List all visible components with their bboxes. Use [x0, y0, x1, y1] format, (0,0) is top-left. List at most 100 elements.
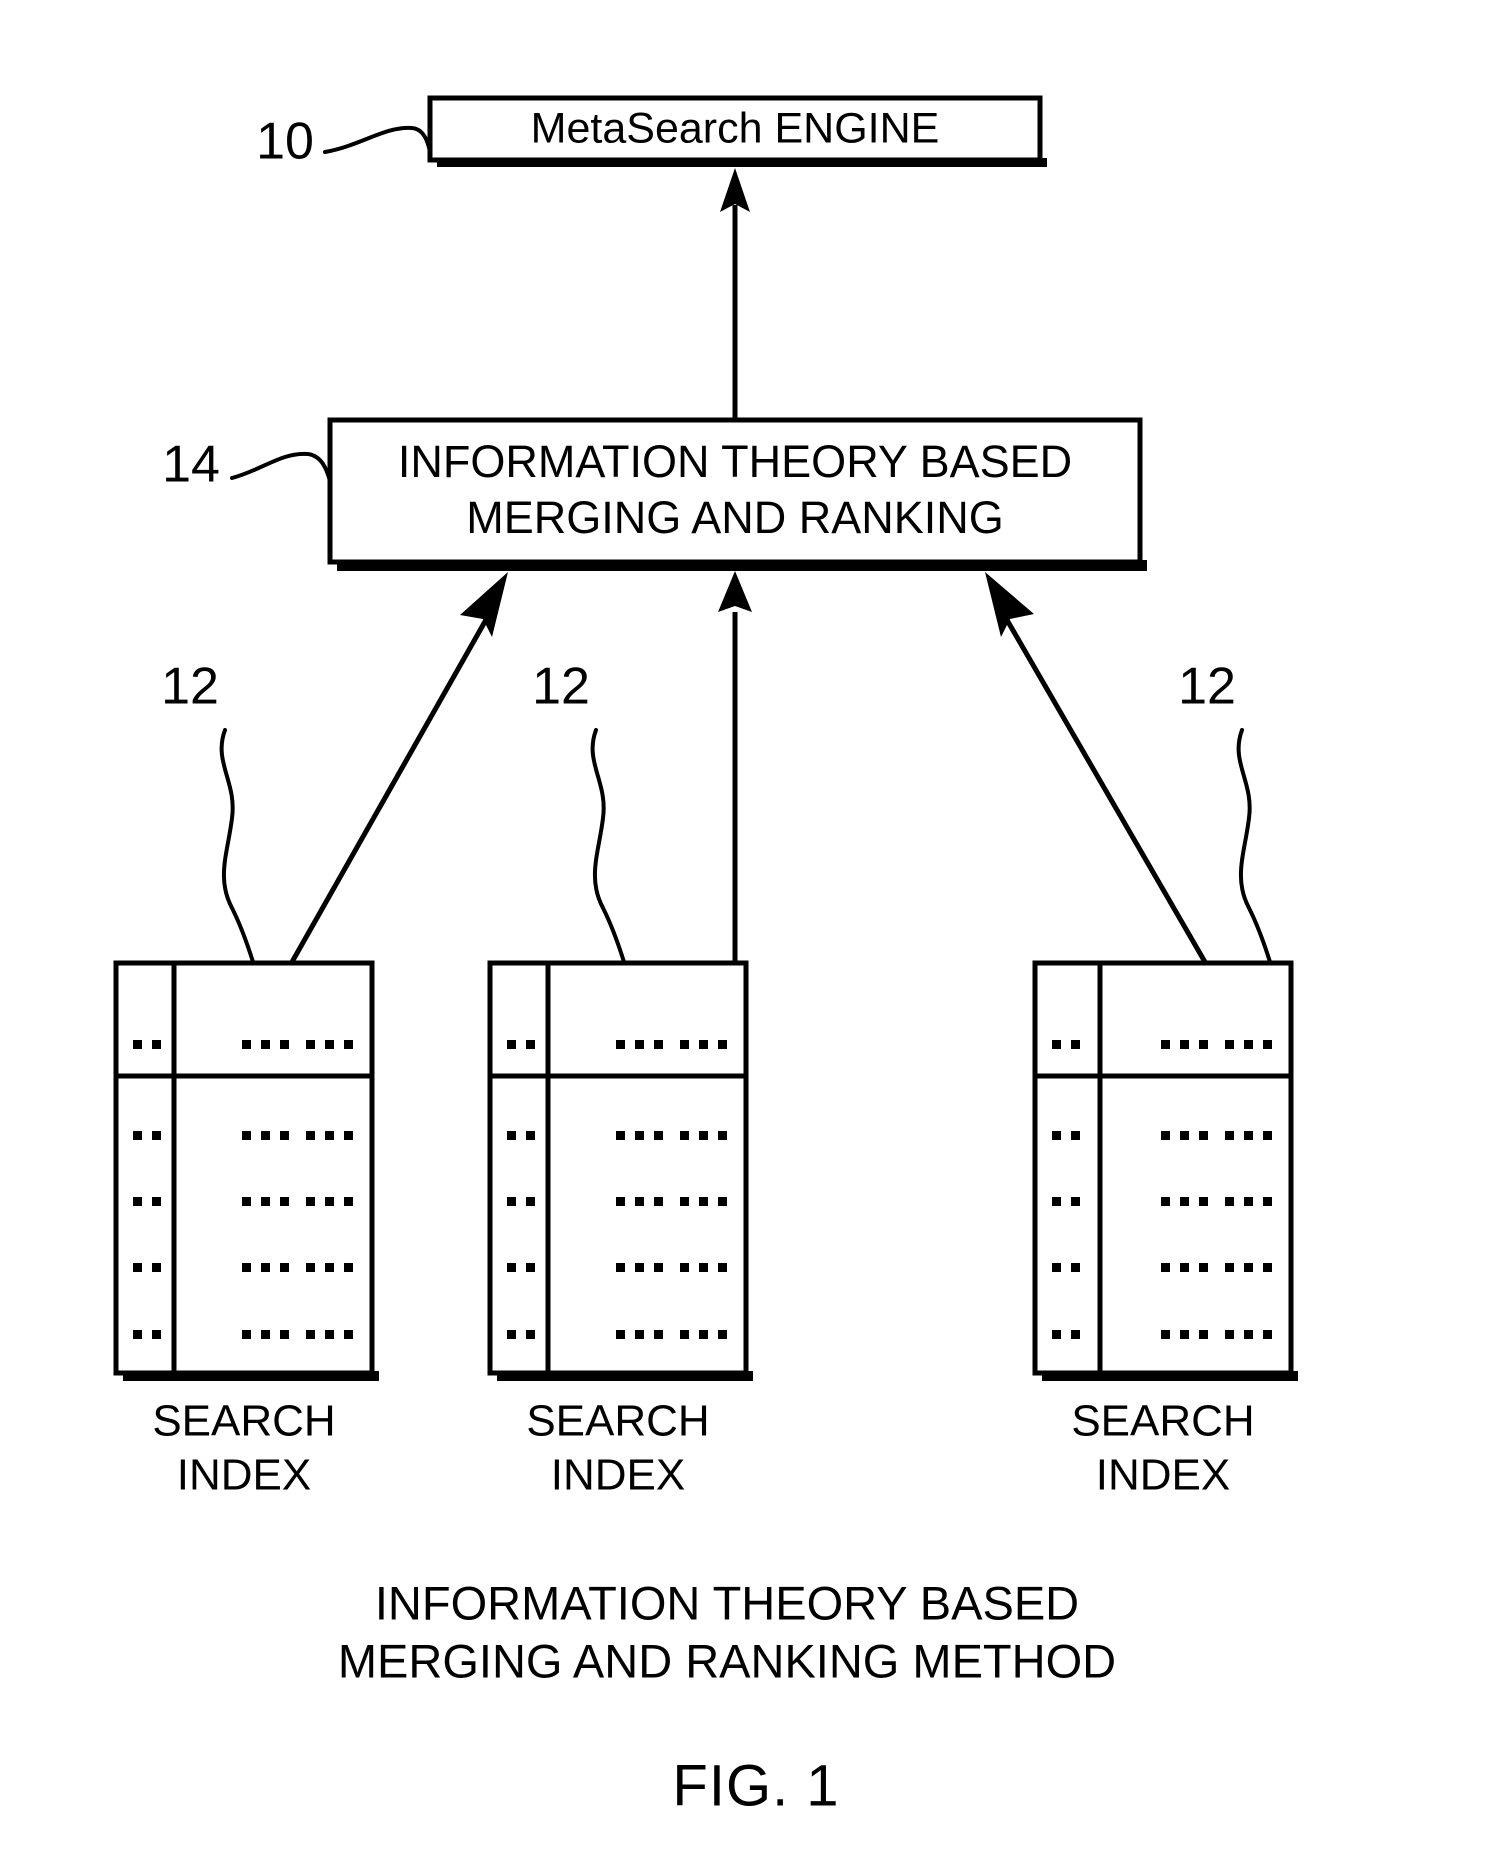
search-index-3-label-line2: INDEX: [1096, 1451, 1230, 1500]
cell-dot: [306, 1197, 315, 1206]
arrow-index2-to-merge-head: [718, 571, 752, 612]
cell-dot: [1071, 1197, 1080, 1206]
cell-dot: [261, 1197, 270, 1206]
cell-dot: [680, 1131, 689, 1140]
engine-ref-number: 10: [256, 113, 314, 171]
cell-dot: [344, 1330, 353, 1339]
cell-dot: [1180, 1131, 1189, 1140]
cell-dot: [280, 1131, 289, 1140]
cell-dot: [242, 1330, 251, 1339]
cell-dot: [718, 1330, 727, 1339]
cell-dot: [1244, 1263, 1253, 1272]
cell-dot: [654, 1263, 663, 1272]
cell-dot: [1244, 1040, 1253, 1049]
search-index-1-label-line1: SEARCH: [152, 1397, 335, 1446]
arrow-index3-to-merge-shaft: [1004, 618, 1208, 964]
cell-dot: [344, 1263, 353, 1272]
cell-dot: [152, 1263, 161, 1272]
figure-caption-line2: MERGING AND RANKING METHOD: [338, 1634, 1116, 1687]
cell-dot: [152, 1040, 161, 1049]
cell-dot: [325, 1263, 334, 1272]
cell-dot: [1161, 1330, 1170, 1339]
search-index-1-ref-number: 12: [161, 658, 219, 716]
cell-dot: [507, 1330, 516, 1339]
cell-dot: [1244, 1330, 1253, 1339]
cell-dot: [280, 1263, 289, 1272]
cell-dot: [133, 1263, 142, 1272]
cell-dot: [654, 1040, 663, 1049]
cell-dot: [242, 1197, 251, 1206]
cell-dot: [1263, 1197, 1272, 1206]
cell-dot: [344, 1131, 353, 1140]
cell-dot: [526, 1131, 535, 1140]
search-index-1-group: 12 SEARCH INDEX: [113, 658, 379, 1500]
cell-dot: [152, 1197, 161, 1206]
cell-dot: [261, 1330, 270, 1339]
cell-dot: [680, 1197, 689, 1206]
cell-dot: [1180, 1263, 1189, 1272]
cell-dot: [1161, 1131, 1170, 1140]
cell-dot: [242, 1131, 251, 1140]
cell-dot: [1225, 1197, 1234, 1206]
cell-dot: [1161, 1040, 1170, 1049]
cell-dot: [654, 1131, 663, 1140]
cell-dot: [1199, 1330, 1208, 1339]
cell-dot: [699, 1263, 708, 1272]
cell-dot: [635, 1040, 644, 1049]
cell-dot: [718, 1040, 727, 1049]
cell-dot: [654, 1330, 663, 1339]
cell-dot: [1071, 1131, 1080, 1140]
engine-ref-group: 10: [256, 113, 432, 171]
arrow-index3-to-merge: [985, 572, 1208, 964]
search-index-3-ref-number: 12: [1178, 658, 1236, 716]
cell-dot: [133, 1197, 142, 1206]
cell-dot: [261, 1131, 270, 1140]
cell-dot: [152, 1131, 161, 1140]
patent-figure: MetaSearch ENGINE 10 INFORMATION THEORY …: [0, 0, 1511, 1874]
figure-number-label: FIG. 1: [672, 1753, 839, 1818]
cell-dot: [654, 1197, 663, 1206]
search-index-1-label-line2: INDEX: [177, 1451, 311, 1500]
cell-dot: [1199, 1040, 1208, 1049]
cell-dot: [1052, 1263, 1061, 1272]
cell-dot: [1180, 1330, 1189, 1339]
cell-dot: [242, 1263, 251, 1272]
cell-dot: [507, 1131, 516, 1140]
cell-dot: [635, 1131, 644, 1140]
cell-dot: [1180, 1040, 1189, 1049]
cell-dot: [718, 1131, 727, 1140]
cell-dot: [718, 1197, 727, 1206]
merge-box-group: INFORMATION THEORY BASED MERGING AND RAN…: [327, 417, 1147, 571]
search-index-3-label-line1: SEARCH: [1071, 1397, 1254, 1446]
search-index-3-ref-leader-line: [1236, 728, 1272, 964]
cell-dot: [261, 1040, 270, 1049]
cell-dot: [526, 1263, 535, 1272]
cell-dot: [1199, 1197, 1208, 1206]
cell-dot: [1225, 1131, 1234, 1140]
cell-dot: [1161, 1197, 1170, 1206]
cell-dot: [507, 1040, 516, 1049]
search-index-2-ref-leader-line: [590, 728, 626, 964]
cell-dot: [699, 1040, 708, 1049]
engine-box-label: MetaSearch ENGINE: [531, 104, 940, 152]
cell-dot: [325, 1330, 334, 1339]
figure-caption-group: INFORMATION THEORY BASED MERGING AND RAN…: [338, 1576, 1116, 1687]
cell-dot: [1071, 1330, 1080, 1339]
cell-dot: [1225, 1263, 1234, 1272]
cell-dot: [1052, 1197, 1061, 1206]
cell-dot: [1263, 1330, 1272, 1339]
cell-dot: [616, 1197, 625, 1206]
cell-dot: [616, 1131, 625, 1140]
cell-dot: [1161, 1263, 1170, 1272]
search-index-2-table: [487, 960, 749, 1376]
arrow-index2-to-merge: [718, 571, 752, 962]
cell-dot: [680, 1330, 689, 1339]
cell-dot: [261, 1263, 270, 1272]
cell-dot: [507, 1197, 516, 1206]
cell-dot: [1052, 1330, 1061, 1339]
search-index-3-group: 12 SEARCH INDEX: [1032, 658, 1298, 1500]
cell-dot: [1263, 1263, 1272, 1272]
cell-dot: [718, 1263, 727, 1272]
cell-dot: [526, 1197, 535, 1206]
cell-dot: [1052, 1131, 1061, 1140]
